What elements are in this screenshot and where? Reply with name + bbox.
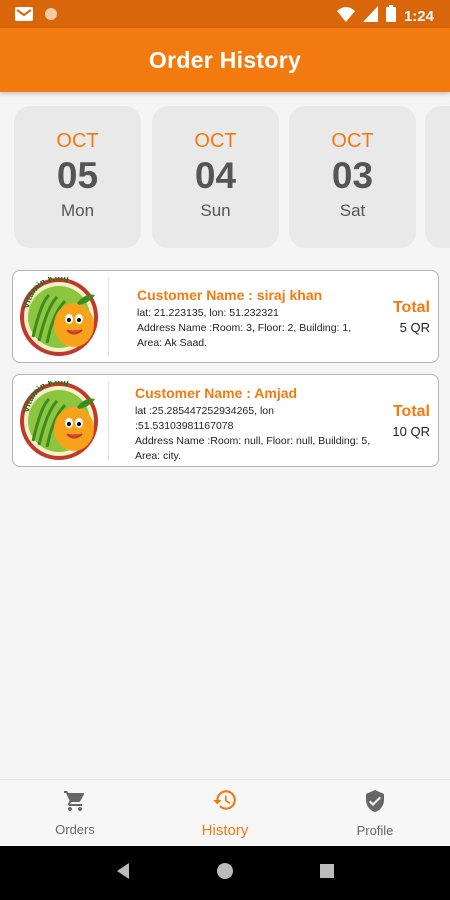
total-value: 10 QR <box>392 424 430 439</box>
date-card-partial[interactable] <box>425 106 450 248</box>
order-card[interactable]: Vitamin King Customer Name : siraj khan … <box>12 270 439 363</box>
order-coordinates: lat: 21.223135, lon: 51.232321 <box>137 307 279 319</box>
vitamin-king-logo: Vitamin King <box>19 376 109 461</box>
cart-icon <box>63 789 87 818</box>
date-month: OCT <box>194 130 237 152</box>
total-label: Total <box>392 403 430 420</box>
order-card[interactable]: Vitamin King Customer Name : Amjad lat :… <box>12 374 439 467</box>
wifi-icon <box>336 6 355 27</box>
date-weekday: Mon <box>60 201 95 220</box>
battery-icon <box>385 5 396 27</box>
nav-profile[interactable]: Profile <box>300 780 450 846</box>
order-details: Customer Name : siraj khan lat: 21.22313… <box>137 287 377 351</box>
history-icon <box>212 787 238 818</box>
nav-orders[interactable]: Orders <box>0 780 150 846</box>
gmail-icon <box>14 6 34 27</box>
status-bar: 1:24 <box>0 0 450 28</box>
shield-check-icon <box>363 788 387 819</box>
date-strip[interactable]: OCT 05 Mon OCT 04 Sun OCT 03 Sat <box>14 106 450 248</box>
order-total: Total 5 QR <box>393 299 430 335</box>
date-day: 05 <box>56 155 99 196</box>
date-card[interactable]: OCT 04 Sun <box>152 106 279 248</box>
date-month: OCT <box>331 130 374 152</box>
date-day: 04 <box>194 155 237 196</box>
status-time: 1:24 <box>403 7 434 25</box>
order-coordinates: lat :25.285447252934265, lon :51.5310398… <box>135 405 274 432</box>
nav-history[interactable]: History <box>150 780 300 846</box>
nav-history-label: History <box>201 822 249 839</box>
bottom-nav: Orders History Profile <box>0 779 450 846</box>
order-address: Address Name :Room: 3, Floor: 2, Buildin… <box>137 322 352 349</box>
date-weekday: Sun <box>200 201 231 220</box>
recents-icon[interactable] <box>319 863 335 884</box>
date-card[interactable]: OCT 05 Mon <box>14 106 141 248</box>
customer-name: Customer Name : Amjad <box>135 385 298 401</box>
page-title: Order History <box>148 46 302 73</box>
system-nav-bar <box>0 846 450 900</box>
nav-profile-label: Profile <box>356 823 394 838</box>
app-bar: Order History <box>0 28 450 92</box>
notification-dot-icon <box>44 7 58 26</box>
order-address: Address Name :Room: null, Floor: null, B… <box>135 435 371 462</box>
order-total: Total 10 QR <box>392 403 430 439</box>
total-label: Total <box>392 299 430 316</box>
date-day: 03 <box>331 155 374 196</box>
vitamin-king-logo: Vitamin King <box>19 272 109 357</box>
signal-icon <box>362 5 378 27</box>
customer-name: Customer Name : siraj khan <box>137 287 323 303</box>
date-month: OCT <box>56 130 99 152</box>
back-icon[interactable] <box>115 862 131 885</box>
order-details: Customer Name : Amjad lat :25.2854472529… <box>135 385 375 464</box>
total-value: 5 QR <box>399 320 430 335</box>
nav-orders-label: Orders <box>55 822 95 837</box>
date-weekday: Sat <box>339 201 366 220</box>
home-icon[interactable] <box>216 862 234 885</box>
date-card[interactable]: OCT 03 Sat <box>289 106 416 248</box>
